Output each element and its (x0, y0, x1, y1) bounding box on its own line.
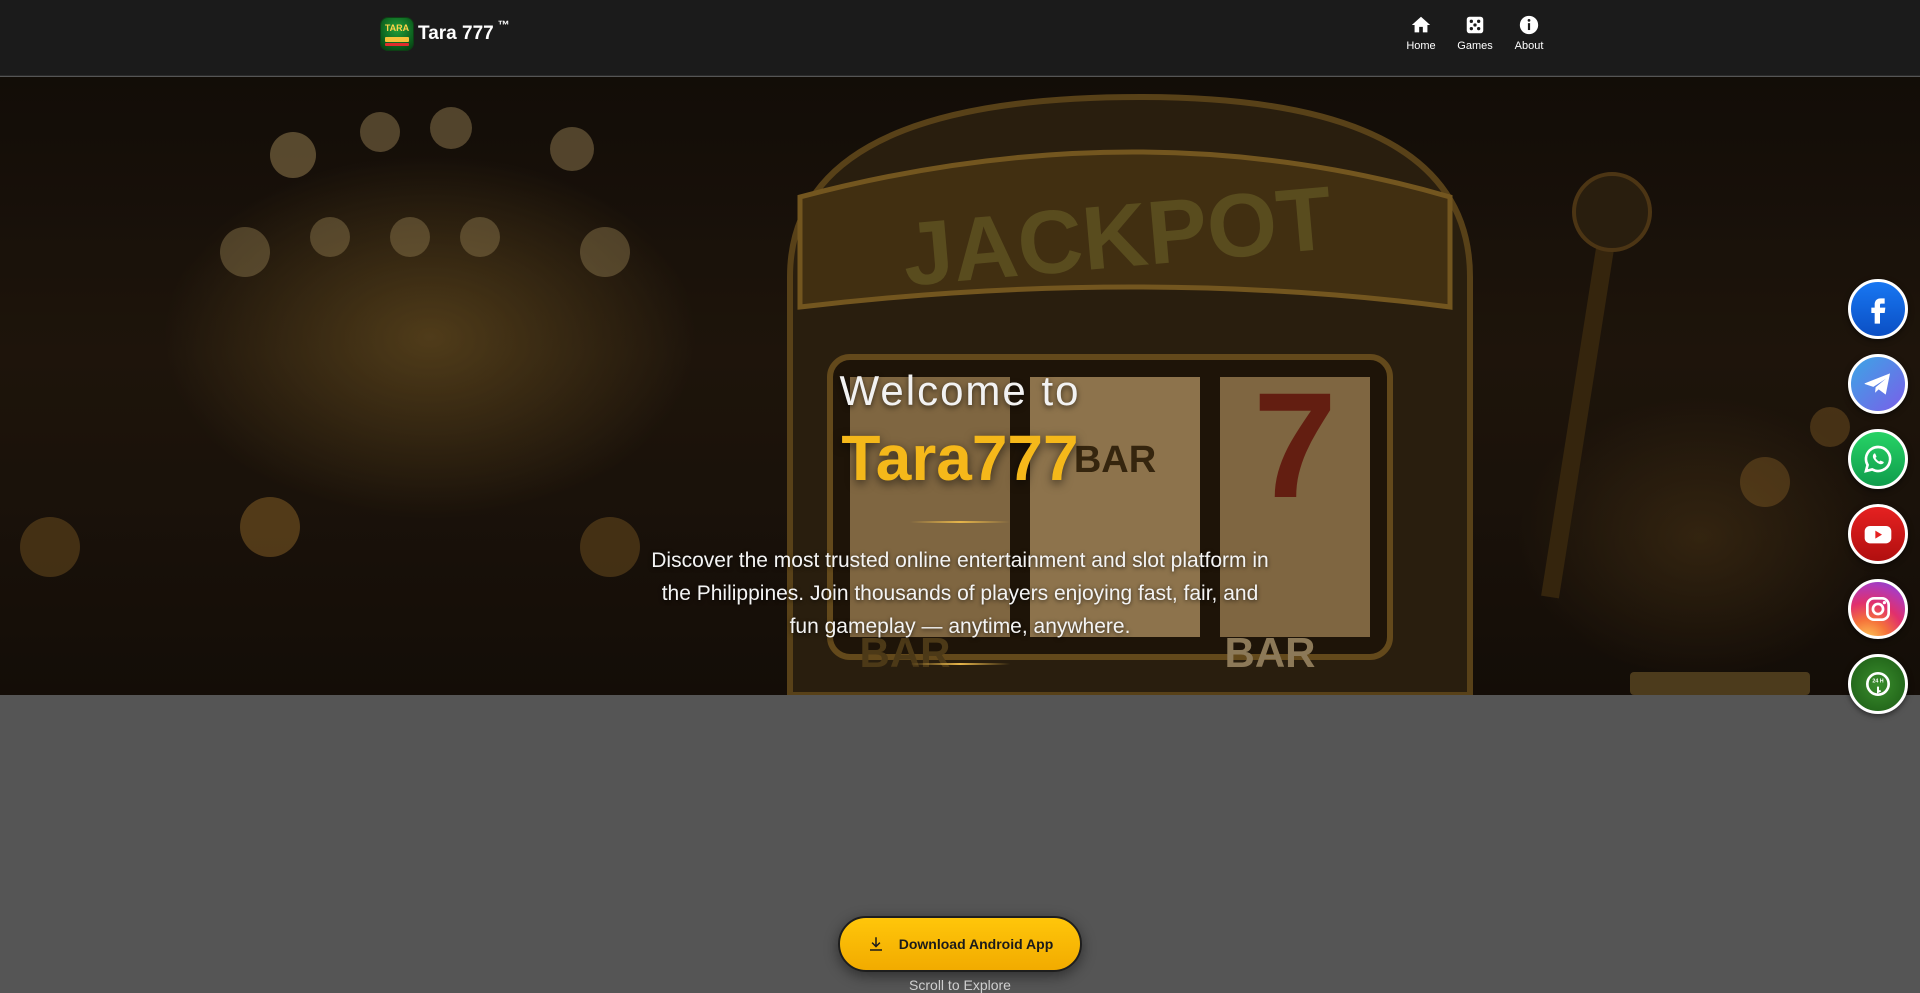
hero-content: Welcome to Tara777 Discover the most tru… (0, 367, 1920, 665)
nav-label-about: About (1514, 40, 1544, 52)
support-24h-icon: 24 H (1866, 672, 1890, 696)
nav-label-home: Home (1406, 40, 1436, 52)
brand-name: Tara 777 (418, 23, 494, 44)
gold-divider-bottom (910, 663, 1010, 665)
download-android-app-button[interactable]: Download Android App (838, 916, 1082, 972)
instagram-button[interactable] (1848, 579, 1908, 639)
nav-item-games[interactable]: Games (1448, 14, 1502, 52)
brand-logo-text: TARA (384, 23, 410, 33)
whatsapp-button[interactable] (1848, 429, 1908, 489)
nav-label-games: Games (1457, 40, 1493, 52)
instagram-icon (1866, 597, 1890, 621)
telegram-button[interactable] (1848, 354, 1908, 414)
hero-title: Tara777 (841, 422, 1079, 494)
download-button-label: Download Android App (898, 936, 1054, 952)
main-nav: Home Games About (1394, 14, 1556, 52)
youtube-icon (1864, 526, 1892, 544)
social-floating-bar: 24 H (1848, 279, 1908, 714)
hero-description: Discover the most trusted online enterta… (651, 549, 1269, 638)
nav-item-about[interactable]: About (1502, 14, 1556, 52)
youtube-button[interactable] (1848, 504, 1908, 564)
scroll-to-explore-hint[interactable]: Scroll to Explore (0, 977, 1920, 993)
nav-item-home[interactable]: Home (1394, 14, 1448, 52)
whatsapp-icon (1864, 445, 1892, 473)
download-icon (869, 937, 882, 951)
top-navbar: TARA Tara 777 ™ Home Games About (0, 0, 1920, 76)
facebook-icon (1871, 298, 1886, 324)
brand-link[interactable]: TARA Tara 777 ™ (380, 17, 510, 51)
hero-welcome-text: Welcome to (839, 367, 1081, 414)
dice-icon (1466, 16, 1484, 34)
hero-section: JACKPOT BAR 7 BAR BAR Welcome to Tara777… (0, 77, 1920, 695)
brand-logo: TARA (380, 17, 414, 51)
support-24h-button[interactable]: 24 H (1848, 654, 1908, 714)
gold-divider-top (910, 521, 1010, 523)
svg-text:24 H: 24 H (1872, 679, 1883, 685)
facebook-button[interactable] (1848, 279, 1908, 339)
telegram-icon (1864, 373, 1890, 395)
brand-trademark: ™ (497, 18, 510, 32)
info-icon (1519, 15, 1539, 35)
home-icon (1411, 16, 1431, 33)
